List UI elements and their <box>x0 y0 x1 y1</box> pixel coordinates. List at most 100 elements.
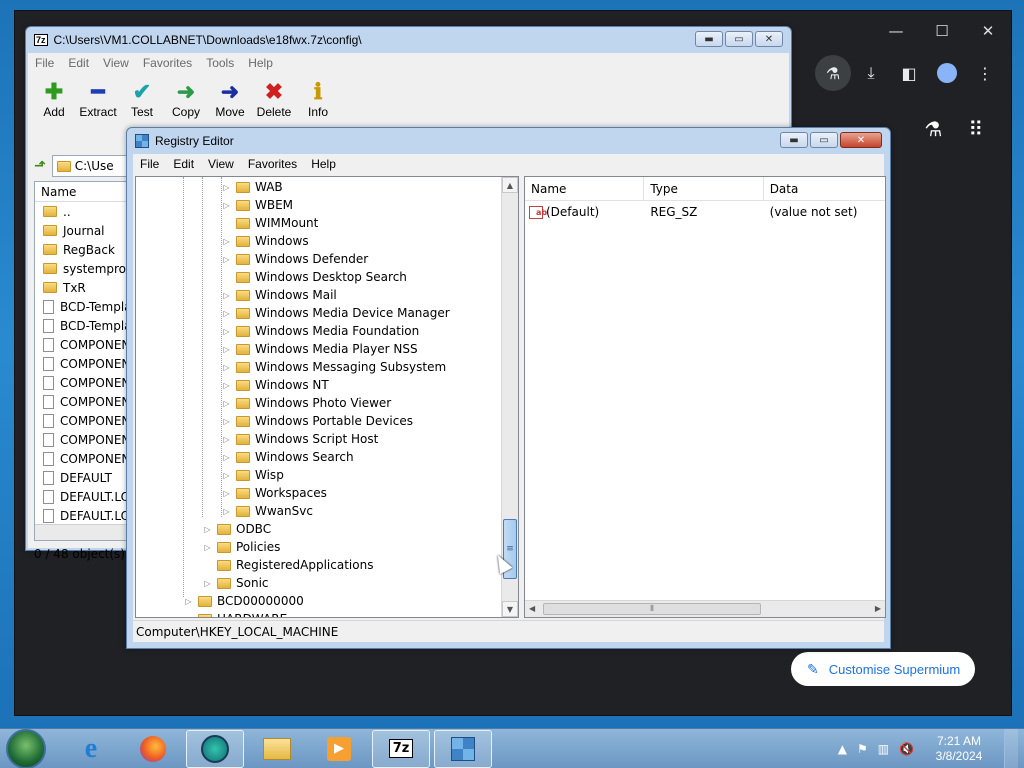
menu-help[interactable]: Help <box>304 157 343 171</box>
tool-copy-button[interactable]: ➜ Copy <box>168 79 204 119</box>
expand-arrow-icon[interactable]: ▷ <box>222 435 231 444</box>
taskbar-explorer[interactable] <box>248 730 306 768</box>
tree-node[interactable]: ▷ Windows Defender <box>222 250 368 268</box>
tree-node[interactable]: ▷ Policies <box>203 538 280 556</box>
tree-node[interactable]: ▷ WBEM <box>222 196 293 214</box>
tree-node[interactable]: ▷ Windows Script Host <box>222 430 378 448</box>
expand-arrow-icon[interactable]: ▷ <box>222 489 231 498</box>
tree-node[interactable]: ▷ WwanSvc <box>222 502 313 520</box>
tree-node[interactable]: ▷ Windows Portable Devices <box>222 412 413 430</box>
menu-help[interactable]: Help <box>241 56 280 70</box>
taskbar-media-player[interactable]: ▶ <box>310 730 368 768</box>
expand-arrow-icon[interactable]: ▷ <box>222 183 231 192</box>
tool-test-button[interactable]: ✔ Test <box>124 79 160 119</box>
expand-arrow-icon[interactable]: ▷ <box>184 597 193 606</box>
taskbar-supermium[interactable] <box>186 729 244 768</box>
expand-arrow-icon[interactable]: ▷ <box>222 471 231 480</box>
taskbar-7zip[interactable]: 7z <box>372 729 430 768</box>
menu-favorites[interactable]: Favorites <box>241 157 304 171</box>
expand-arrow-icon[interactable]: ▷ <box>203 525 212 534</box>
sevenzip-titlebar[interactable]: 7z C:\Users\VM1.COLLABNET\Downloads\e18f… <box>26 27 791 53</box>
expand-arrow-icon[interactable]: ▷ <box>203 579 212 588</box>
column-header-type[interactable]: Type <box>644 177 764 200</box>
clock[interactable]: 7:21 AM 3/8/2024 <box>924 734 994 764</box>
show-hidden-icons-icon[interactable]: ▲ <box>838 742 847 756</box>
scroll-down-icon[interactable]: ▼ <box>502 601 518 617</box>
expand-arrow-icon[interactable]: ▷ <box>222 507 231 516</box>
menu-file[interactable]: File <box>133 157 166 171</box>
tree-node[interactable]: ▷ Windows NT <box>222 376 328 394</box>
tree-node[interactable]: ▷ Sonic <box>203 574 268 592</box>
tree-node[interactable]: ▷ HARDWARE <box>184 610 287 618</box>
start-button[interactable] <box>6 728 46 768</box>
customise-button[interactable]: ✎ Customise Supermium <box>791 652 975 686</box>
tree-node[interactable]: ▷ Wisp <box>222 466 283 484</box>
volume-muted-icon[interactable]: 🔇 <box>899 742 914 756</box>
download-icon[interactable]: ⤓ <box>853 55 889 91</box>
scroll-up-icon[interactable]: ▲ <box>502 177 518 193</box>
column-header-name[interactable]: Name <box>525 177 645 200</box>
registry-key-tree[interactable]: ▲ ≡ ▼ ▷ WAB ▷ WBEM WIMMount ▷ Windows ▷ Windows … <box>135 176 519 618</box>
tree-node[interactable]: ▷ Windows Photo Viewer <box>222 394 391 412</box>
tree-node[interactable]: ▷ ODBC <box>203 520 271 538</box>
minimize-icon[interactable]: ▬ <box>780 132 808 148</box>
tree-node[interactable]: ▷ Windows Messaging Subsystem <box>222 358 446 376</box>
tree-node[interactable]: ▷ Windows Mail <box>222 286 336 304</box>
tool-info-button[interactable]: ℹ Info <box>300 79 336 119</box>
menu-edit[interactable]: Edit <box>61 56 96 70</box>
tree-node[interactable]: ▷ Workspaces <box>222 484 326 502</box>
expand-arrow-icon[interactable]: ▷ <box>222 237 231 246</box>
taskbar-registry-editor[interactable] <box>434 729 492 768</box>
menu-file[interactable]: File <box>28 56 61 70</box>
expand-arrow-icon[interactable]: ▷ <box>222 417 231 426</box>
expand-arrow-icon[interactable]: ▷ <box>222 453 231 462</box>
regedit-titlebar[interactable]: Registry Editor <box>127 128 890 154</box>
tool-delete-button[interactable]: ✖ Delete <box>256 79 292 119</box>
tree-node[interactable]: ▷ Windows Search <box>222 448 353 466</box>
expand-arrow-icon[interactable]: ▷ <box>222 291 231 300</box>
expand-arrow-icon[interactable]: ▷ <box>222 327 231 336</box>
network-icon[interactable]: ▥ <box>878 742 889 756</box>
menu-tools[interactable]: Tools <box>199 56 241 70</box>
scroll-right-icon[interactable]: ▶ <box>875 604 881 613</box>
up-folder-icon[interactable]: ⬏ <box>34 158 46 174</box>
tree-node[interactable]: ▷ BCD00000000 <box>184 592 303 610</box>
close-icon[interactable]: ✕ <box>755 31 783 47</box>
menu-icon[interactable]: ⋮ <box>967 55 1003 91</box>
action-center-flag-icon[interactable]: ⚑ <box>857 742 868 756</box>
column-header-data[interactable]: Data <box>764 177 885 200</box>
tree-node[interactable]: WIMMount <box>222 214 318 232</box>
labs-icon[interactable]: ⚗ <box>924 117 942 141</box>
tool-add-button[interactable]: ✚ Add <box>36 79 72 119</box>
sidepanel-icon[interactable]: ◧ <box>891 55 927 91</box>
maximize-icon[interactable]: ▭ <box>725 31 753 47</box>
expand-arrow-icon[interactable]: ▷ <box>184 615 193 618</box>
scroll-thumb[interactable]: ⦀ <box>543 603 761 615</box>
registry-value-list[interactable]: Name Type Data ab (Default) REG_SZ (valu… <box>524 176 886 618</box>
value-row[interactable]: ab (Default) REG_SZ (value not set) <box>525 201 885 223</box>
profile-icon[interactable] <box>929 55 965 91</box>
close-icon[interactable]: ✕ <box>840 132 882 148</box>
menu-edit[interactable]: Edit <box>166 157 201 171</box>
tree-node[interactable]: RegisteredApplications <box>203 556 373 574</box>
tree-node[interactable]: Windows Desktop Search <box>222 268 407 286</box>
expand-arrow-icon[interactable]: ▷ <box>222 345 231 354</box>
menu-favorites[interactable]: Favorites <box>136 56 199 70</box>
minimize-icon[interactable]: — <box>873 11 919 51</box>
close-icon[interactable]: ✕ <box>965 11 1011 51</box>
tree-node[interactable]: ▷ WAB <box>222 178 282 196</box>
expand-arrow-icon[interactable]: ▷ <box>222 201 231 210</box>
expand-arrow-icon[interactable]: ▷ <box>222 381 231 390</box>
maximize-icon[interactable]: ▭ <box>810 132 838 148</box>
maximize-icon[interactable]: ☐ <box>919 11 965 51</box>
minimize-icon[interactable]: ▬ <box>695 31 723 47</box>
list-horizontal-scrollbar[interactable]: ◀ ⦀ ▶ <box>525 600 885 617</box>
expand-arrow-icon[interactable]: ▷ <box>222 399 231 408</box>
labs-icon[interactable]: ⚗ <box>815 55 851 91</box>
tree-node[interactable]: ▷ Windows Media Foundation <box>222 322 419 340</box>
expand-arrow-icon[interactable]: ▷ <box>222 309 231 318</box>
expand-arrow-icon[interactable]: ▷ <box>222 255 231 264</box>
tree-node[interactable]: ▷ Windows <box>222 232 308 250</box>
tree-node[interactable]: ▷ Windows Media Player NSS <box>222 340 417 358</box>
expand-arrow-icon[interactable]: ▷ <box>222 363 231 372</box>
